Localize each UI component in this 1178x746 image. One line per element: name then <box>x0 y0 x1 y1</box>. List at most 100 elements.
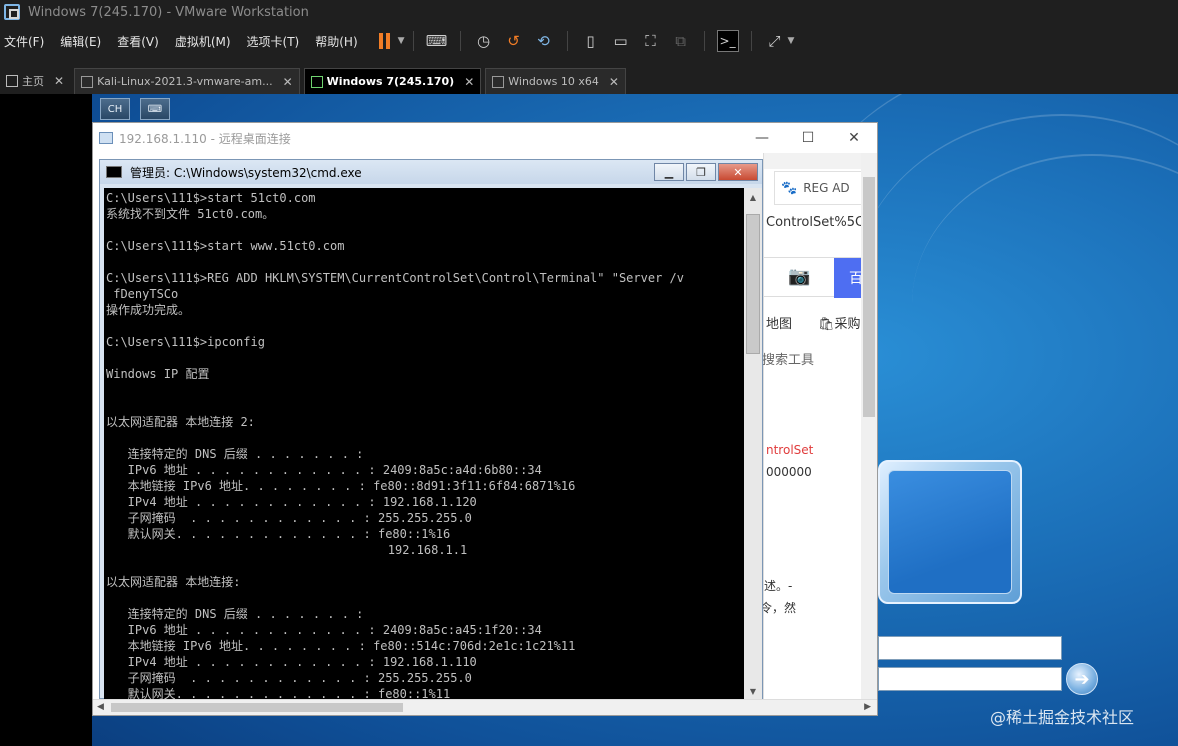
tab-windows7-label: Windows 7(245.170) <box>326 75 455 88</box>
cmd-line <box>106 558 684 574</box>
username-field[interactable] <box>878 636 1062 660</box>
toolbar-separator <box>750 31 752 51</box>
fullscreen-icon: ⛶ <box>645 32 656 50</box>
language-button[interactable]: CH <box>100 98 130 120</box>
nav-shop-link[interactable]: 🛍采购 <box>818 313 861 332</box>
snapshot-button[interactable]: ◷ <box>473 30 495 52</box>
snapshot-manager-button[interactable]: ⟲ <box>533 30 555 52</box>
scroll-up-icon[interactable]: ▲ <box>744 188 762 206</box>
send-ctrl-alt-del-button[interactable]: ⌨ <box>426 30 448 52</box>
pause-icon <box>379 33 391 49</box>
vm-icon <box>492 75 505 88</box>
cmd-line <box>106 382 684 398</box>
sidebar-toggle-button[interactable]: ▯ <box>580 30 602 52</box>
close-icon[interactable]: ✕ <box>464 75 474 89</box>
menu-tabs[interactable]: 选项卡(T) <box>247 33 300 50</box>
scrollbar-thumb[interactable] <box>111 703 403 712</box>
vm-running-icon <box>310 75 323 88</box>
thumbnail-button[interactable]: ▭ <box>610 30 632 52</box>
keyboard-button[interactable]: ⌨ <box>140 98 170 120</box>
scroll-left-icon[interactable]: ◀ <box>97 702 104 712</box>
search-query-text: ControlSet%5C <box>766 215 865 230</box>
home-icon <box>6 75 18 87</box>
cmd-minimize-button[interactable]: ▁ <box>654 163 684 181</box>
unity-button[interactable]: ⧉ <box>670 30 692 52</box>
cmd-line: C:\Users\111$>ipconfig <box>106 335 265 349</box>
cmd-window: 管理员: C:\Windows\system32\cmd.exe ▁ ❐ ✕ C… <box>99 159 763 699</box>
cmd-line <box>106 222 684 238</box>
bag-icon: 🛍 <box>818 317 835 332</box>
vmware-logo-icon <box>4 4 20 20</box>
toolbar-separator <box>412 31 414 51</box>
menu-vm[interactable]: 虚拟机(M) <box>175 33 231 50</box>
password-field[interactable] <box>878 667 1062 691</box>
cmd-console[interactable]: C:\Users\111$>start 51ct0.com 系统找不到文件 51c… <box>104 188 746 699</box>
cmd-line: IPv6 地址 . . . . . . . . . . . . : 2409:8… <box>106 463 542 477</box>
result-text-fragment: 000000 <box>766 465 812 479</box>
revert-snapshot-button[interactable]: ↺ <box>503 30 525 52</box>
pause-button[interactable] <box>374 30 396 52</box>
scroll-down-icon[interactable]: ▼ <box>744 682 762 699</box>
cmd-line: IPv4 地址 . . . . . . . . . . . . : 192.16… <box>106 495 477 509</box>
rdp-title-bar[interactable]: 192.168.1.110 - 远程桌面连接 — ☐ ✕ <box>93 123 877 153</box>
cmd-line <box>106 590 684 606</box>
menu-edit[interactable]: 编辑(E) <box>60 33 101 50</box>
close-icon[interactable]: ✕ <box>54 74 64 88</box>
cmd-title-bar[interactable]: 管理员: C:\Windows\system32\cmd.exe ▁ ❐ ✕ <box>100 160 762 184</box>
window-title: Windows 7(245.170) - VMware Workstation <box>28 4 309 20</box>
pause-dropdown-icon[interactable]: ▼ <box>398 36 405 46</box>
maximize-button[interactable]: ☐ <box>785 123 831 153</box>
cmd-close-button[interactable]: ✕ <box>718 163 758 181</box>
cmd-line: 默认网关. . . . . . . . . . . . . : fe80::1%… <box>106 687 451 699</box>
tab-windows10[interactable]: Windows 10 x64 ✕ <box>485 68 626 94</box>
cmd-line: 本地链接 IPv6 地址. . . . . . . . : fe80::8d91… <box>106 479 576 493</box>
close-icon[interactable]: ✕ <box>609 75 619 89</box>
console-view-button[interactable]: >_ <box>716 30 739 52</box>
menu-view[interactable]: 查看(V) <box>117 33 159 50</box>
vmware-tab-strip: 主页 ✕ Kali-Linux-2021.3-vmware-am... ✕ Wi… <box>0 66 1178 94</box>
remote-desktop-content[interactable]: 🐾 REG AD ControlSet%5C 📷 百 地图 🛍采购 搜索工具 n… <box>93 153 877 699</box>
browser-vertical-scrollbar[interactable] <box>861 153 877 699</box>
cmd-line: 子网掩码 . . . . . . . . . . . . : 255.255.2… <box>106 671 472 685</box>
search-tools-link[interactable]: 搜索工具 <box>762 349 814 368</box>
scrollbar-thumb[interactable] <box>746 214 760 354</box>
menu-file[interactable]: 文件(F) <box>4 33 44 50</box>
cmd-line <box>106 430 684 446</box>
camera-icon[interactable]: 📷 <box>788 266 810 287</box>
stretch-button[interactable]: ⤢ <box>764 30 786 52</box>
minimize-button[interactable]: — <box>739 123 785 153</box>
vm-icon <box>81 75 94 88</box>
result-title-fragment[interactable]: ntrolSet <box>766 443 813 457</box>
close-icon: ✕ <box>848 130 860 146</box>
cmd-line: 系统找不到文件 51ct0.com。 <box>106 207 275 221</box>
fullscreen-button[interactable]: ⛶ <box>640 30 662 52</box>
user-avatar-tile <box>878 460 1022 604</box>
rdp-title: 192.168.1.110 - 远程桌面连接 <box>119 131 291 146</box>
nav-map-link[interactable]: 地图 <box>766 313 792 332</box>
cmd-line: 操作成功完成。 <box>106 303 191 317</box>
close-icon[interactable]: ✕ <box>283 75 293 89</box>
cmd-line <box>106 350 684 366</box>
rdp-horizontal-scrollbar[interactable]: ◀ ▶ <box>93 699 877 715</box>
cmd-line: IPv6 地址 . . . . . . . . . . . . : 2409:8… <box>106 623 542 637</box>
revert-icon: ↺ <box>507 32 520 50</box>
snapshot-manager-icon: ⟲ <box>537 32 550 50</box>
keyboard-icon: ⌨ <box>425 32 448 50</box>
tab-windows7[interactable]: Windows 7(245.170) ✕ <box>303 68 482 94</box>
scroll-right-icon[interactable]: ▶ <box>864 702 871 712</box>
tab-kali[interactable]: Kali-Linux-2021.3-vmware-am... ✕ <box>74 68 300 94</box>
toolbar-separator <box>459 31 461 51</box>
stretch-dropdown-icon[interactable]: ▼ <box>788 36 795 46</box>
sidebar-icon: ▯ <box>586 32 595 50</box>
baidu-paw-icon: 🐾 <box>781 180 798 196</box>
close-button[interactable]: ✕ <box>831 123 877 153</box>
login-submit-button[interactable]: ➔ <box>1066 663 1098 695</box>
cmd-icon <box>106 166 122 178</box>
scrollbar-thumb[interactable] <box>863 177 875 417</box>
menu-help[interactable]: 帮助(H) <box>315 33 357 50</box>
console-icon: >_ <box>719 34 736 48</box>
cmd-restore-button[interactable]: ❐ <box>686 163 716 181</box>
tab-home[interactable]: 主页 ✕ <box>0 68 70 94</box>
vmware-title-bar: Windows 7(245.170) - VMware Workstation <box>0 0 1178 24</box>
cmd-vertical-scrollbar[interactable]: ▲ ▼ <box>744 188 762 699</box>
